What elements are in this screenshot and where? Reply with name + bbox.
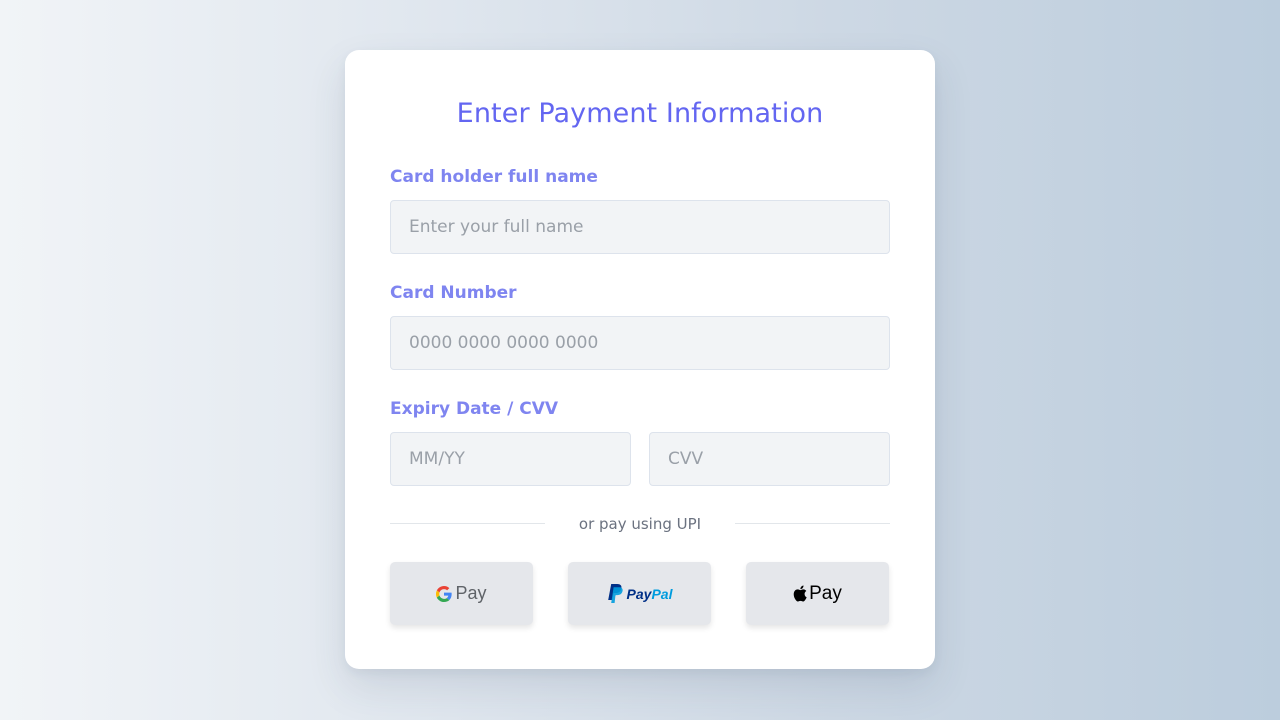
cvv-input[interactable] bbox=[649, 432, 890, 486]
google-g-icon bbox=[436, 585, 453, 602]
payment-card: Enter Payment Information Card holder fu… bbox=[345, 50, 935, 669]
paypal-label-pal: Pal bbox=[651, 585, 673, 602]
apple-icon bbox=[793, 585, 807, 602]
google-pay-label: Pay bbox=[455, 583, 487, 603]
card-number-input[interactable] bbox=[390, 316, 890, 370]
paypal-label-pay: Pay bbox=[626, 585, 652, 602]
name-label: Card holder full name bbox=[390, 167, 598, 187]
paypal-button[interactable]: PayPal bbox=[568, 562, 711, 625]
apple-pay-label: Pay bbox=[809, 582, 842, 604]
paypal-label: PayPal bbox=[627, 586, 673, 602]
paypal-icon bbox=[607, 584, 623, 603]
divider-line-right bbox=[735, 523, 890, 524]
expiry-input[interactable] bbox=[390, 432, 631, 486]
google-pay-button[interactable]: Pay bbox=[390, 562, 533, 625]
divider-text: or pay using UPI bbox=[578, 515, 702, 533]
apple-pay-button[interactable]: Pay bbox=[746, 562, 889, 625]
card-number-label: Card Number bbox=[390, 283, 517, 303]
expiry-cvv-label: Expiry Date / CVV bbox=[390, 399, 559, 419]
name-input[interactable] bbox=[390, 200, 890, 254]
page-title: Enter Payment Information bbox=[456, 98, 824, 129]
